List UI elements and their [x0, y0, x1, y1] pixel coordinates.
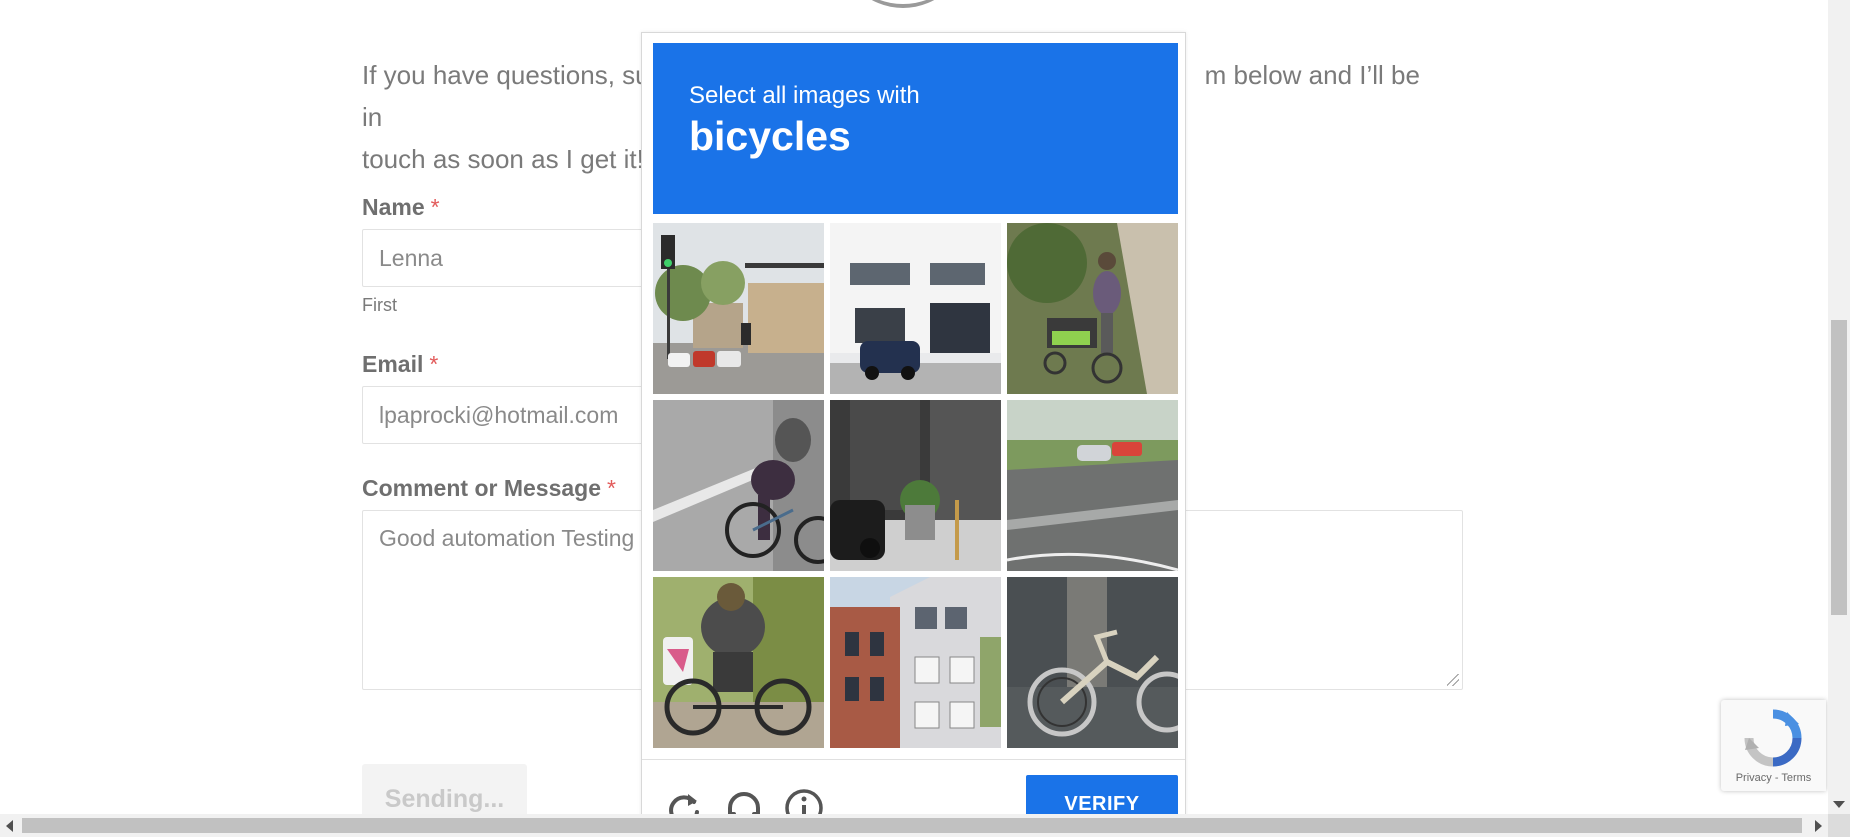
recaptcha-logo-icon [1743, 708, 1803, 768]
horizontal-scrollbar[interactable] [0, 814, 1828, 837]
scroll-left-arrow-icon[interactable] [6, 820, 13, 832]
vertical-scrollbar[interactable] [1828, 0, 1850, 814]
captcha-challenge: Select all images with bicycles VERIFY [641, 32, 1186, 814]
contact-page: If you have questions, su m below and I’l… [0, 0, 1828, 814]
intro-text-part1: If you have questions, su [362, 60, 650, 90]
recaptcha-badge[interactable]: Privacy - Terms [1721, 700, 1826, 791]
captcha-target: bicycles [689, 113, 851, 159]
info-icon[interactable] [784, 788, 824, 814]
required-asterisk: * [430, 194, 440, 220]
horizontal-scrollbar-thumb[interactable] [22, 818, 1802, 833]
link-separator: - [1771, 772, 1782, 784]
captcha-tile-6[interactable] [1007, 400, 1178, 571]
resize-handle[interactable] [1447, 674, 1459, 686]
avatar-image-edge [838, 0, 968, 8]
recaptcha-links: Privacy - Terms [1721, 772, 1826, 784]
captcha-tile-9[interactable] [1007, 577, 1178, 748]
email-input[interactable]: lpaprocki@hotmail.com [362, 386, 662, 444]
captcha-tile-7[interactable] [653, 577, 824, 748]
captcha-header: Select all images with bicycles [653, 43, 1178, 214]
required-asterisk: * [607, 475, 616, 501]
captcha-tile-8[interactable] [830, 577, 1001, 748]
reload-icon[interactable] [664, 788, 704, 814]
first-name-sublabel: First [362, 295, 397, 315]
captcha-image-grid [653, 223, 1178, 748]
email-label: Email * [362, 351, 439, 377]
required-asterisk: * [429, 351, 439, 377]
scrollbar-corner [1828, 814, 1850, 837]
scroll-right-arrow-icon[interactable] [1815, 820, 1822, 832]
captcha-tile-5[interactable] [830, 400, 1001, 571]
captcha-tile-3[interactable] [1007, 223, 1178, 394]
comment-text: Good automation Testing [379, 525, 635, 551]
name-label: Name * [362, 194, 440, 220]
captcha-footer: VERIFY [642, 759, 1185, 814]
scroll-down-arrow-icon[interactable] [1833, 801, 1845, 808]
comment-label: Comment or Message * [362, 475, 616, 501]
captcha-tile-4[interactable] [653, 400, 824, 571]
submit-button[interactable]: Sending... [362, 764, 527, 814]
first-name-input[interactable]: Lenna [362, 229, 662, 287]
vertical-scrollbar-thumb[interactable] [1831, 320, 1847, 615]
captcha-instruction: Select all images with [689, 82, 920, 109]
captcha-tile-2[interactable] [830, 223, 1001, 394]
intro-text-line2: touch as soon as I get it! [362, 144, 644, 174]
captcha-tile-1[interactable] [653, 223, 824, 394]
verify-button[interactable]: VERIFY [1026, 775, 1178, 814]
audio-icon[interactable] [724, 788, 764, 814]
privacy-link[interactable]: Privacy [1736, 772, 1772, 784]
terms-link[interactable]: Terms [1781, 772, 1811, 784]
